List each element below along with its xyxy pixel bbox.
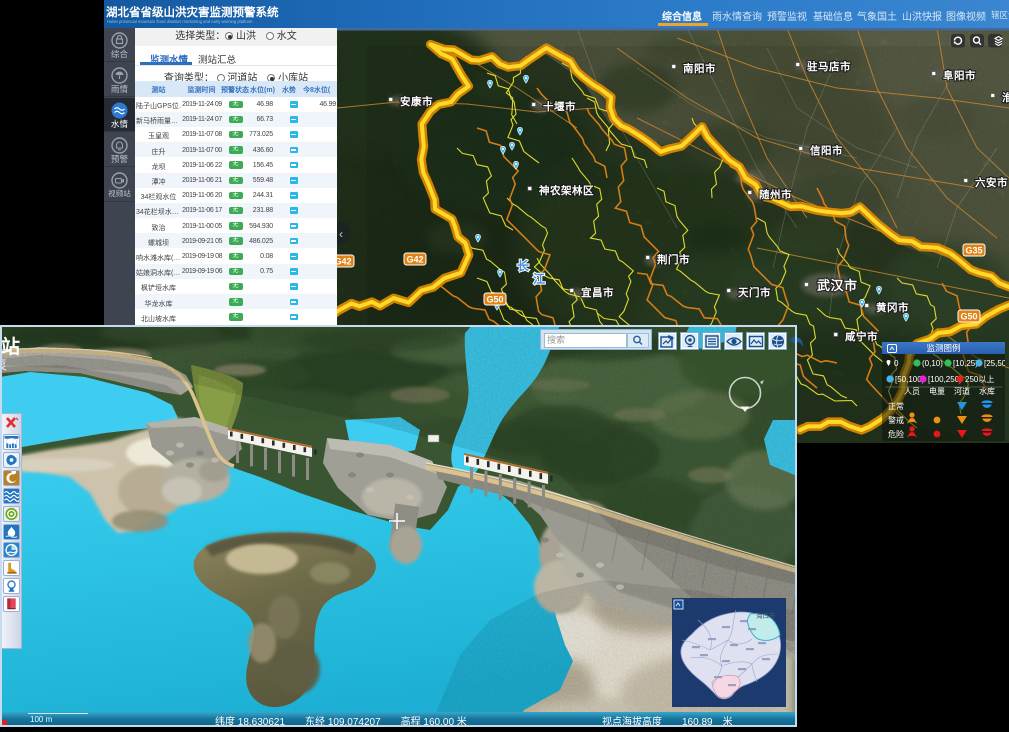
svg-text:长: 长 [517,258,530,273]
svg-text:电量: 电量 [929,386,945,396]
svg-text:G42: G42 [406,255,423,265]
svg-text:淮南: 淮南 [1002,91,1009,104]
svg-text:G50: G50 [960,312,977,322]
svg-text:阜阳市: 阜阳市 [943,69,976,82]
svg-text:武汉市: 武汉市 [817,278,858,293]
svg-text:250以上: 250以上 [965,375,994,384]
svg-text:江: 江 [533,271,545,286]
svg-text:咸宁市: 咸宁市 [845,330,878,343]
svg-text:驻马店市: 驻马店市 [807,60,851,73]
svg-text:G50: G50 [486,295,503,305]
svg-text:‹: ‹ [339,227,343,241]
svg-text:天门市: 天门市 [738,286,771,299]
svg-text:正常: 正常 [888,402,904,411]
svg-text:河道: 河道 [954,386,970,396]
svg-text:黄冈市: 黄冈市 [876,301,909,314]
svg-text:安康市: 安康市 [400,95,433,108]
svg-text:宜昌市: 宜昌市 [581,286,614,299]
svg-text:神农架林区: 神农架林区 [539,184,594,197]
svg-text:(0,10): (0,10) [922,359,943,368]
svg-text:危险: 危险 [888,429,904,439]
svg-text:六安市: 六安市 [975,176,1008,189]
svg-text:荆门市: 荆门市 [657,253,690,266]
svg-text:0: 0 [894,359,899,368]
svg-text:信阳市: 信阳市 [810,144,843,157]
svg-text:人员: 人员 [904,387,920,396]
svg-text:[25,50): [25,50) [984,359,1005,368]
svg-text:十堰市: 十堰市 [543,100,576,113]
svg-text:南阳市: 南阳市 [683,62,716,75]
svg-text:G35: G35 [965,246,982,256]
svg-text:[10,25): [10,25) [953,359,978,368]
svg-text:水库: 水库 [979,386,995,396]
svg-text:随州市: 随州市 [759,188,792,201]
svg-text:警戒: 警戒 [888,415,904,425]
svg-text:G42: G42 [337,257,352,267]
